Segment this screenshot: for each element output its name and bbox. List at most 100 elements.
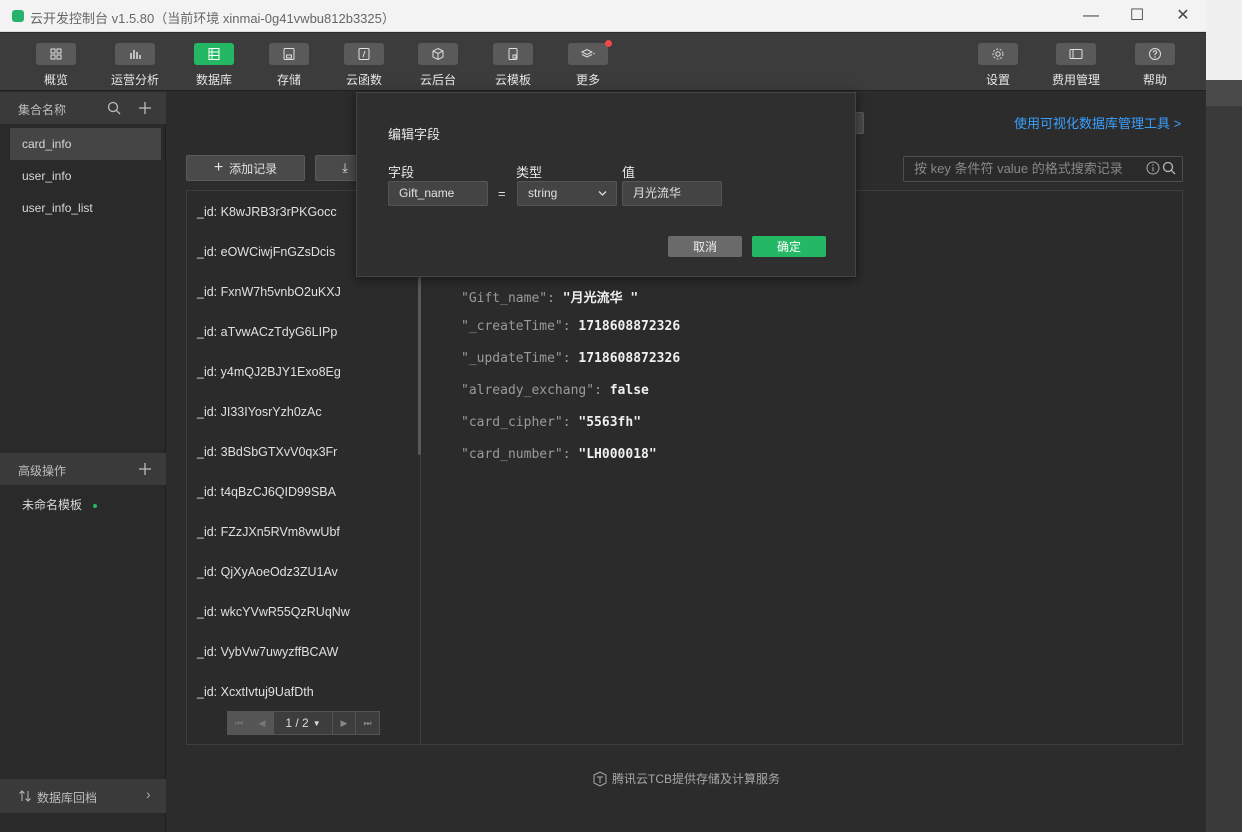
field-key: "_createTime" — [461, 319, 563, 334]
first-page-button[interactable]: ⏮ — [228, 712, 251, 734]
toolbar-label: 更多 — [575, 73, 600, 87]
list-item[interactable]: _id: wkcYVwR55QzRUqNw — [197, 605, 350, 619]
toolbar-label: 运营分析 — [110, 73, 159, 87]
function-icon — [344, 43, 384, 65]
list-item[interactable]: _id: VybVw7uwyzffBCAW — [197, 645, 338, 659]
toolbar-label: 云模板 — [494, 73, 531, 87]
close-button[interactable]: ✕ — [1168, 6, 1198, 26]
gear-icon — [978, 43, 1018, 65]
tcb-logo-icon — [593, 770, 607, 787]
field-value: "LH000018" — [578, 447, 657, 462]
toolbar-storage[interactable]: 存储 — [252, 43, 326, 88]
toolbar-cloud-template[interactable]: 云模板 — [476, 43, 550, 88]
field-value: 1718608872326 — [578, 351, 681, 366]
field-value-input[interactable]: 月光流华 — [622, 181, 722, 206]
toolbar-label: 数据库 — [195, 73, 232, 87]
footer-text: 腾讯云TCB提供存储及计算服务 — [612, 772, 781, 786]
field-row-create-time[interactable]: "_createTime": 1718608872326 — [461, 319, 680, 334]
info-icon[interactable] — [1146, 161, 1160, 175]
field-value: false — [609, 383, 649, 398]
list-item[interactable]: _id: XcxtIvtuj9UafDth — [197, 685, 314, 699]
field-row-already-exchang[interactable]: "already_exchang": false — [461, 383, 649, 398]
last-page-button[interactable]: ⏭ — [356, 712, 379, 734]
prev-page-button[interactable]: ◀ — [251, 712, 274, 734]
collection-item-user-info[interactable]: user_info — [10, 160, 161, 192]
page-select[interactable]: 1 / 2 ▼ — [274, 712, 333, 734]
field-name-input[interactable]: Gift_name — [388, 181, 488, 206]
collections-header: 集合名称 — [0, 92, 166, 124]
confirm-button[interactable]: 确定 — [752, 236, 826, 257]
main-toolbar: 概览 运营分析 数据库 存储 云函数 云后台 云模板 更多 设置 费用管理 帮助 — [0, 33, 1206, 91]
list-item[interactable]: _id: FZzJXn5RVm8vwUbf — [197, 525, 340, 539]
toolbar-settings[interactable]: 设置 — [961, 43, 1035, 88]
toolbar-overview[interactable]: 概览 — [19, 43, 93, 88]
title-bar: 云开发控制台 v1.5.80（当前环境 xinmai-0g41vwbu812b3… — [0, 0, 1206, 32]
field-row-card-cipher[interactable]: "card_cipher": "5563fh" — [461, 415, 641, 430]
list-item[interactable]: _id: FxnW7h5vnbO2uKXJ — [197, 285, 341, 299]
minimize-button[interactable]: — — [1076, 6, 1106, 26]
toolbar-more[interactable]: 更多 — [551, 40, 625, 88]
search-icon[interactable] — [1162, 161, 1176, 175]
visual-db-tool-link[interactable]: 使用可视化数据库管理工具 > — [1014, 113, 1181, 132]
next-page-button[interactable]: ▶ — [333, 712, 356, 734]
collections-header-label: 集合名称 — [18, 103, 67, 117]
maximize-button[interactable]: ☐ — [1122, 6, 1152, 26]
field-label: 字段 — [388, 165, 415, 180]
field-row-gift-name[interactable]: "Gift_name": "月光流华 " — [461, 287, 638, 306]
cancel-button[interactable]: 取消 — [668, 236, 742, 257]
plus-icon: + — [213, 159, 224, 176]
toolbar-functions[interactable]: 云函数 — [327, 43, 401, 88]
toolbar-cloud-backend[interactable]: 云后台 — [401, 43, 475, 88]
edit-field-dialog: 编辑字段 字段 类型 值 Gift_name = string 月光流华 取消 … — [356, 92, 856, 277]
field-value: "5563fh" — [578, 415, 642, 430]
add-collection-icon[interactable] — [138, 101, 152, 115]
list-item[interactable]: _id: y4mQJ2BJY1Exo8Eg — [197, 365, 341, 379]
db-rollback-bar[interactable]: 数据库回档 › — [0, 779, 166, 813]
list-item[interactable]: _id: JI33IYosrYzh0zAc — [197, 405, 322, 419]
template-item-label: 未命名模板 — [22, 498, 83, 512]
toolbar-label: 费用管理 — [1051, 73, 1100, 87]
field-value: 1718608872326 — [578, 319, 681, 334]
type-select[interactable]: string — [517, 181, 617, 206]
list-item[interactable]: _id: QjXyAoeOdz3ZU1Av — [197, 565, 338, 579]
toolbar-analytics[interactable]: 运营分析 — [98, 43, 172, 88]
toolbar-label: 存储 — [276, 73, 301, 87]
list-item[interactable]: _id: 3BdSbGTXvV0qx3Fr — [197, 445, 337, 459]
status-dot — [93, 503, 98, 508]
add-template-icon[interactable] — [138, 462, 152, 476]
collection-item-user-info-list[interactable]: user_info_list — [10, 192, 161, 224]
notification-badge — [605, 40, 612, 47]
rollback-icon — [19, 790, 31, 802]
advanced-header-label: 高级操作 — [18, 464, 67, 478]
template-icon — [493, 43, 533, 65]
toolbar-label: 云后台 — [419, 73, 456, 87]
background-window-edge — [1206, 0, 1242, 832]
search-icon[interactable] — [107, 101, 121, 115]
dialog-title: 编辑字段 — [388, 127, 441, 142]
add-record-label: 添加记录 — [229, 161, 278, 176]
field-key: "card_number" — [461, 447, 563, 462]
help-icon — [1135, 43, 1175, 65]
list-item[interactable]: _id: eOWCiwjFnGZsDcis — [197, 245, 335, 259]
template-item[interactable]: 未命名模板 — [10, 489, 161, 521]
toolbar-database[interactable]: 数据库 — [177, 43, 251, 88]
list-item[interactable]: _id: K8wJRB3r3rPKGocc — [197, 205, 337, 219]
collection-item-card-info[interactable]: card_info — [10, 128, 161, 160]
layers-icon — [568, 43, 608, 65]
cube-icon — [418, 43, 458, 65]
add-record-button[interactable]: + 添加记录 — [186, 155, 305, 181]
collections-sidebar: 集合名称 card_info user_info user_info_list … — [0, 92, 166, 832]
field-key: "_updateTime" — [461, 351, 563, 366]
record-search-input[interactable]: 按 key 条件符 value 的格式搜索记录 — [903, 156, 1183, 182]
type-label: 类型 — [516, 165, 543, 180]
toolbar-help[interactable]: 帮助 — [1118, 43, 1192, 88]
field-row-card-number[interactable]: "card_number": "LH000018" — [461, 447, 657, 462]
storage-icon — [269, 43, 309, 65]
list-item[interactable]: _id: t4qBzCJ6QID99SBA — [197, 485, 336, 499]
page-indicator: 1 / 2 — [285, 716, 309, 730]
toolbar-label: 云函数 — [345, 73, 382, 87]
list-item[interactable]: _id: aTvwACzTdyG6LIPp — [197, 325, 337, 339]
list-scrollbar[interactable] — [418, 277, 421, 455]
field-row-update-time[interactable]: "_updateTime": 1718608872326 — [461, 351, 680, 366]
toolbar-billing[interactable]: 费用管理 — [1039, 43, 1113, 88]
